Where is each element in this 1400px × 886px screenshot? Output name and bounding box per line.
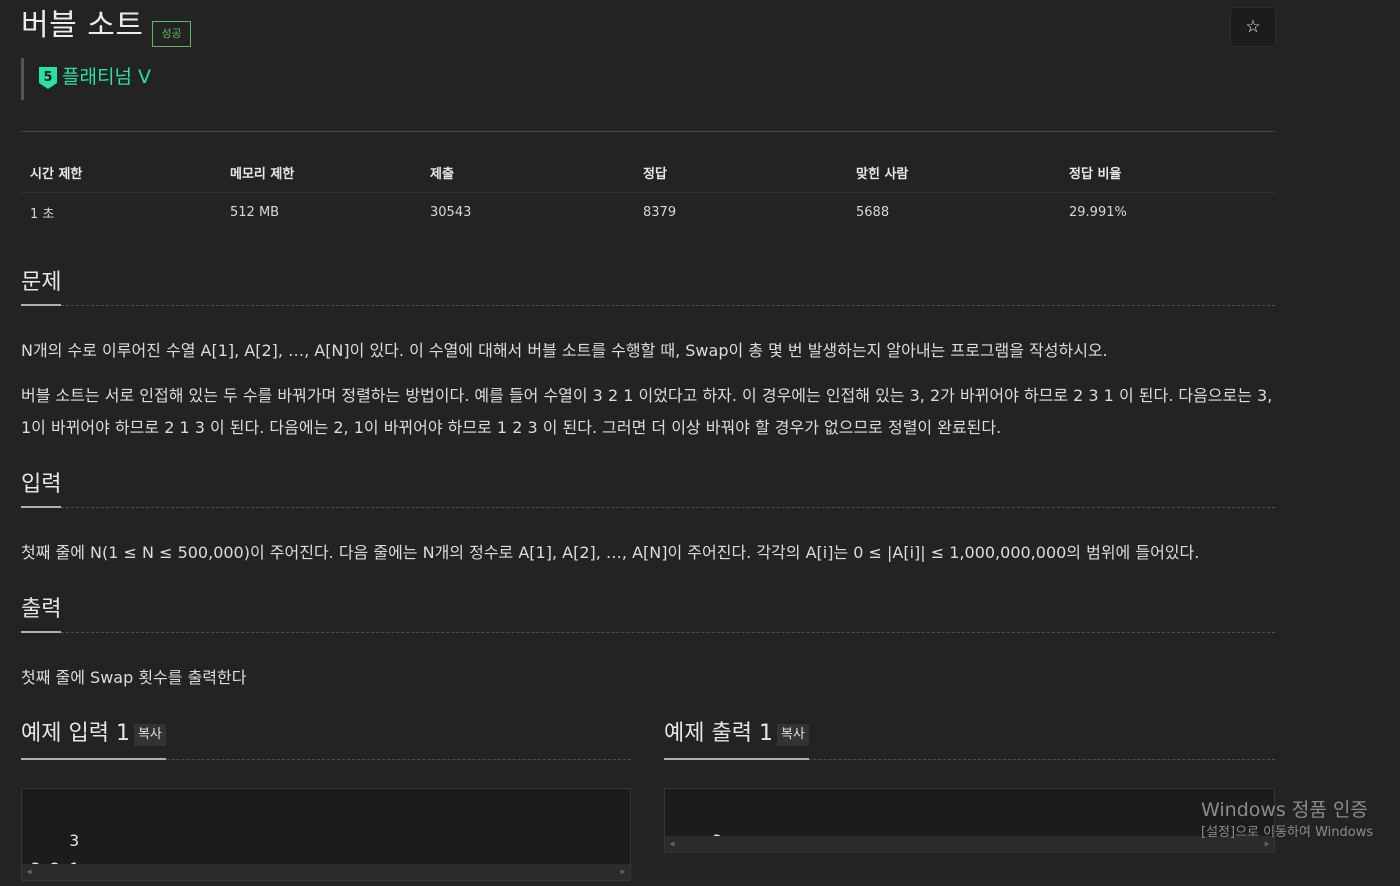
value-submissions[interactable]: 30543 [421,193,634,232]
input-title: 입력 [21,468,62,508]
input-description: 첫째 줄에 N(1 ≤ N ≤ 500,000)이 주어진다. 다음 줄에는 N… [21,543,1200,562]
header-submissions: 제출 [421,152,634,193]
value-accept-rate: 29.991% [1069,204,1127,220]
value-accepted: 8379 [643,204,677,220]
tier-block: 5 플래티넘 V [21,58,151,100]
tier-shield-icon: 5 [39,67,57,89]
sample-output-box[interactable]: 3 ◀ ▶ [664,788,1275,853]
title-row: 버블 소트 성공 [21,8,191,47]
sample-input-title: 예제 입력 1 [21,721,130,746]
value-time-limit: 1 초 [30,206,55,222]
description-title: 문제 [21,266,62,306]
value-memory-limit: 512 MB [230,204,280,220]
scroll-right-icon[interactable]: ▶ [616,864,630,880]
header-memory-limit: 메모리 제한 [221,152,421,193]
info-header-row: 시간 제한 메모리 제한 제출 정답 맞힌 사람 정답 비율 [21,152,1275,193]
description-paragraph-1: N개의 수로 이루어진 수열 A[1], A[2], …, A[N]이 있다. … [21,341,1108,360]
sample-input-heading: 예제 입력 1 복사 [21,716,631,760]
output-heading: 출력 [21,593,1275,633]
sample-output-heading: 예제 출력 1 복사 [664,716,1275,760]
watermark-line-2: [설정]으로 이동하여 Windows [1201,825,1374,840]
problem-title: 버블 소트 [21,8,144,43]
watermark-line-1: Windows 정품 인증 [1201,799,1368,821]
copy-sample-output-button[interactable]: 복사 [776,724,809,746]
header-solvers: 맞힌 사람 [847,152,1060,193]
problem-info-table: 시간 제한 메모리 제한 제출 정답 맞힌 사람 정답 비율 1 초 512 M… [21,152,1275,231]
tier-number: 5 [43,70,52,85]
sample-input-scrollbar[interactable]: ◀ ▶ [22,864,630,880]
header-time-limit: 시간 제한 [21,152,221,193]
header-accepted: 정답 [634,152,847,193]
favorite-button[interactable]: ☆ [1230,7,1276,47]
output-description: 첫째 줄에 Swap 횟수를 출력한다 [21,668,247,687]
description-heading: 문제 [21,266,1275,306]
sample-input-title-wrap: 예제 입력 1 복사 [21,716,166,760]
scroll-left-icon[interactable]: ◀ [665,836,679,852]
sample-output-scrollbar[interactable]: ◀ ▶ [665,836,1274,852]
sample-output-title: 예제 출력 1 [664,721,773,746]
tier-label[interactable]: 플래티넘 V [62,64,151,90]
star-icon: ☆ [1245,17,1261,37]
sample-output-title-wrap: 예제 출력 1 복사 [664,716,809,760]
windows-activation-watermark: Windows 정품 인증 [설정]으로 이동하여 Windows [1201,795,1373,841]
output-title: 출력 [21,593,62,633]
header-divider [21,131,1275,132]
copy-sample-input-button[interactable]: 복사 [133,724,166,746]
sample-input-box[interactable]: 3 3 2 1 ◀ ▶ [21,788,631,881]
input-heading: 입력 [21,468,1275,508]
value-solvers: 5688 [856,204,890,220]
header-accept-rate: 정답 비율 [1060,152,1275,193]
info-value-row: 1 초 512 MB 30543 8379 5688 29.991% [21,193,1275,232]
status-badge: 성공 [152,21,191,47]
scroll-left-icon[interactable]: ◀ [22,864,36,880]
description-paragraph-2: 버블 소트는 서로 인접해 있는 두 수를 바꿔가며 정렬하는 방법이다. 예를… [21,386,1273,437]
